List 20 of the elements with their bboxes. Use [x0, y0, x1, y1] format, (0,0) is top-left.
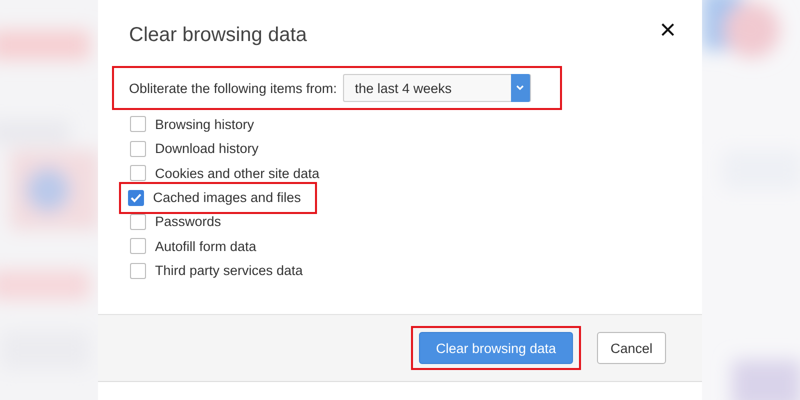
checkbox-label: Passwords [155, 214, 222, 230]
checkbox[interactable] [130, 140, 146, 157]
time-range-dropdown[interactable]: the last 4 weeks [342, 74, 531, 102]
cancel-button[interactable]: Cancel [597, 332, 666, 364]
checkbox-label: Cookies and other site data [155, 166, 320, 181]
range-label: Obliterate the following items from: [129, 80, 337, 96]
checkbox[interactable] [130, 165, 146, 182]
close-button[interactable]: × [660, 20, 676, 40]
checkbox-label: Autofill form data [155, 238, 256, 254]
checkbox[interactable] [130, 116, 146, 132]
dialog-title: Clear browsing data [129, 24, 307, 47]
checkbox[interactable] [130, 238, 146, 254]
checkbox-label: Browsing history [155, 116, 254, 132]
checkbox-label: Cached images and files [153, 190, 301, 205]
checkbox-label: Third party services data [155, 263, 303, 278]
checkbox[interactable] [130, 214, 146, 230]
chevron-icon [510, 74, 530, 102]
checkbox[interactable] [130, 262, 146, 279]
checkbox-label: Download history [155, 141, 259, 156]
checkbox[interactable] [128, 190, 144, 206]
